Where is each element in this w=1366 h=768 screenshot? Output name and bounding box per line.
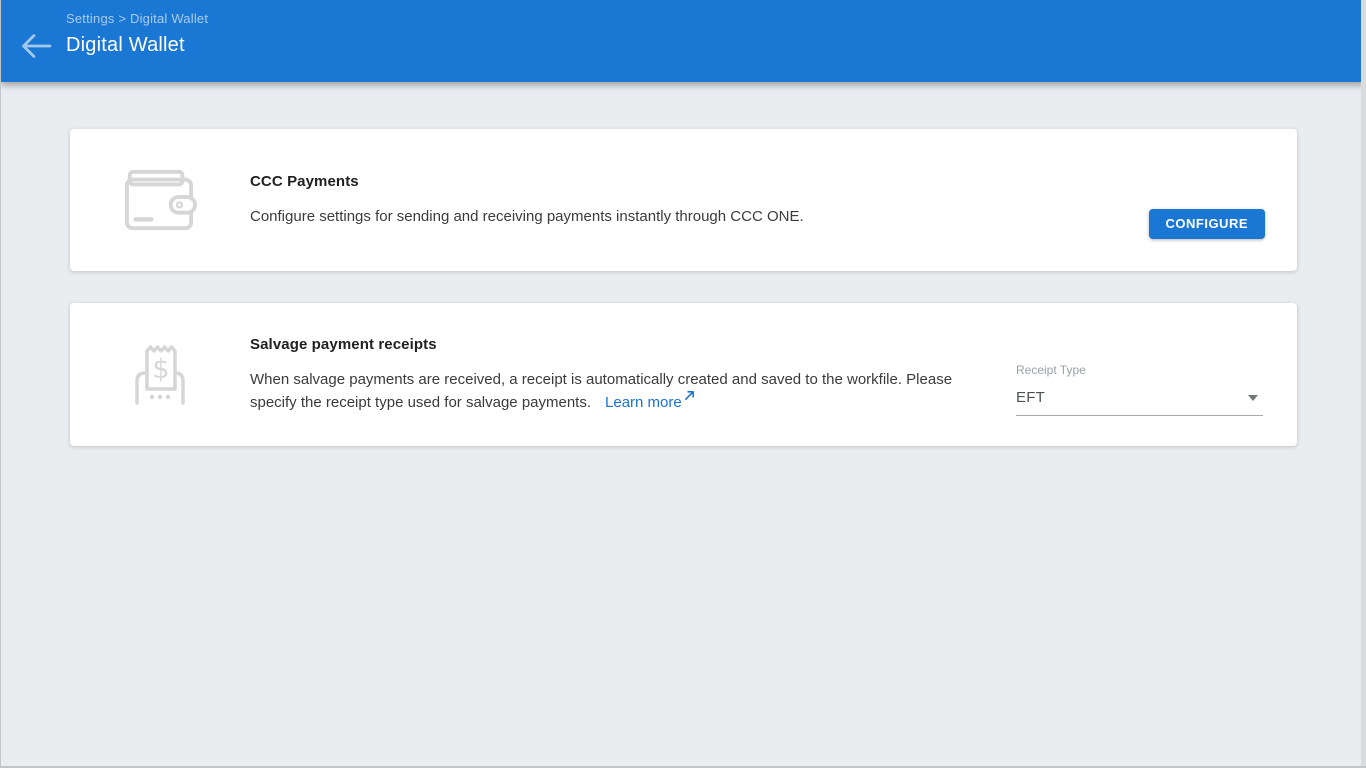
card-description: When salvage payments are received, a re… [250, 369, 962, 413]
salvage-receipts-card: $ Salvage payment receipts When salvage … [70, 303, 1297, 446]
configure-button[interactable]: CONFIGURE [1149, 209, 1266, 239]
back-button[interactable] [19, 30, 53, 62]
svg-text:$: $ [152, 354, 169, 385]
receipt-icon: $ [70, 343, 250, 407]
select-label: Receipt Type [1016, 363, 1263, 377]
page-title: Digital Wallet [66, 34, 208, 57]
content-area: CCC Payments Configure settings for send… [1, 82, 1366, 446]
digital-wallet-settings-page: Settings > Digital Wallet Digital Wallet… [0, 0, 1366, 768]
card-title: Salvage payment receipts [250, 336, 996, 353]
ccc-payments-card: CCC Payments Configure settings for send… [70, 129, 1297, 271]
card-title: CCC Payments [250, 173, 1129, 190]
caret-down-icon [1248, 395, 1258, 401]
breadcrumb[interactable]: Settings > Digital Wallet [66, 11, 208, 26]
app-header: Settings > Digital Wallet Digital Wallet [1, 0, 1366, 82]
card-description: Configure settings for sending and recei… [250, 206, 1129, 227]
receipt-type-select[interactable]: Receipt Type EFT [1016, 363, 1263, 416]
header-text-group: Settings > Digital Wallet Digital Wallet [66, 11, 208, 57]
select-value-row: EFT [1016, 389, 1263, 416]
card-body: CCC Payments Configure settings for send… [250, 173, 1129, 227]
select-value: EFT [1016, 389, 1045, 406]
learn-more-label: Learn more [605, 394, 682, 411]
scrollbar-track[interactable] [1361, 0, 1366, 766]
card-description-text: When salvage payments are received, a re… [250, 371, 952, 411]
learn-more-link[interactable]: Learn more [605, 394, 695, 411]
card-body: Salvage payment receipts When salvage pa… [250, 336, 996, 413]
external-link-icon [684, 390, 695, 401]
arrow-left-icon [19, 30, 53, 62]
wallet-icon [70, 168, 250, 232]
